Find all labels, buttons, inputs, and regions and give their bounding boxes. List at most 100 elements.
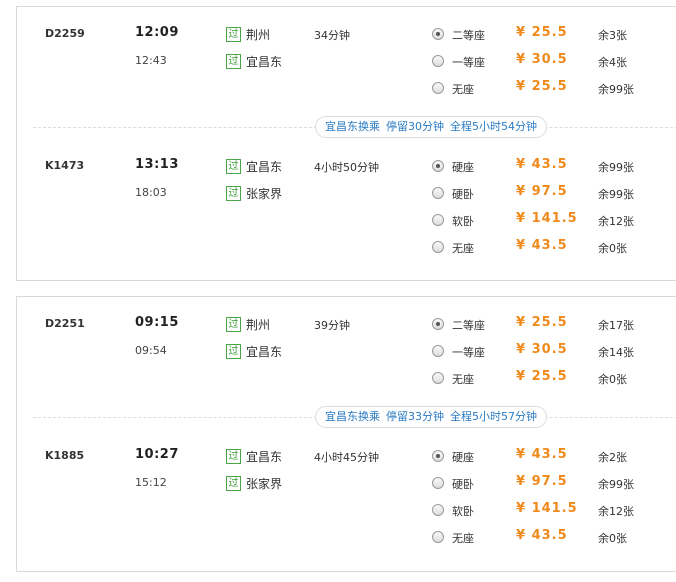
- pass-through-badge: 过: [226, 448, 241, 464]
- seat-option[interactable]: 无座 ¥ 25.5 余0张: [432, 369, 676, 387]
- departure-station: 过 宜昌东: [226, 158, 282, 174]
- seat-price: ¥ 141.5: [516, 211, 578, 226]
- seat-option[interactable]: 无座 ¥ 43.5 余0张: [432, 238, 676, 256]
- train-number[interactable]: D2259: [45, 27, 85, 40]
- transfer-info: 宜昌东换乘 停留33分钟 全程5小时57分钟: [33, 406, 676, 428]
- seat-type: 无座: [452, 532, 474, 545]
- tickets-remaining: 余12张: [598, 505, 634, 518]
- seat-option[interactable]: 一等座 ¥ 30.5 余14张: [432, 342, 676, 360]
- departure-time: 10:27: [135, 447, 179, 462]
- seat-radio[interactable]: [432, 55, 444, 67]
- arrival-time: 12:43: [135, 54, 167, 67]
- transfer-badge: 宜昌东换乘 停留33分钟 全程5小时57分钟: [315, 406, 547, 428]
- pass-through-badge: 过: [226, 475, 241, 491]
- arrival-time: 15:12: [135, 476, 167, 489]
- train-number[interactable]: K1473: [45, 159, 84, 172]
- arrival-time: 18:03: [135, 186, 167, 199]
- tickets-remaining: 余0张: [598, 373, 627, 386]
- tickets-remaining: 余2张: [598, 451, 627, 464]
- station-name: 宜昌东: [246, 54, 283, 69]
- transfer-badge: 宜昌东换乘 停留30分钟 全程5小时54分钟: [315, 116, 547, 138]
- tickets-remaining: 余3张: [598, 29, 627, 42]
- seat-radio[interactable]: [432, 318, 444, 330]
- seat-price: ¥ 30.5: [516, 52, 568, 67]
- travel-duration: 4小时45分钟: [314, 451, 379, 464]
- seat-type: 无座: [452, 373, 474, 386]
- seat-radio[interactable]: [432, 345, 444, 357]
- seat-radio[interactable]: [432, 372, 444, 384]
- seat-type: 无座: [452, 242, 474, 255]
- station-name: 宜昌东: [246, 159, 283, 174]
- seat-radio[interactable]: [432, 82, 444, 94]
- pass-through-badge: 过: [226, 53, 241, 69]
- tickets-remaining: 余99张: [598, 478, 634, 491]
- station-name: 荆州: [246, 317, 271, 332]
- tickets-remaining: 余0张: [598, 532, 627, 545]
- departure-station: 过 宜昌东: [226, 448, 282, 464]
- seat-type: 二等座: [452, 29, 485, 42]
- train-number[interactable]: K1885: [45, 449, 84, 462]
- arrival-station: 过 张家界: [226, 185, 282, 201]
- seat-option[interactable]: 无座 ¥ 43.5 余0张: [432, 528, 676, 546]
- seat-type: 软卧: [452, 215, 474, 228]
- seat-radio[interactable]: [432, 28, 444, 40]
- seat-price: ¥ 43.5: [516, 528, 568, 543]
- departure-time: 12:09: [135, 25, 179, 40]
- seat-option[interactable]: 无座 ¥ 25.5 余99张: [432, 79, 676, 97]
- journey-card: D2251 09:15 09:54 过 荆州 过 宜昌东 39分钟 二等座 ¥ …: [16, 296, 676, 572]
- seat-option[interactable]: 硬座 ¥ 43.5 余2张: [432, 447, 676, 465]
- seat-price: ¥ 43.5: [516, 157, 568, 172]
- seat-option[interactable]: 硬卧 ¥ 97.5 余99张: [432, 184, 676, 202]
- seat-type: 二等座: [452, 319, 485, 332]
- seat-price: ¥ 141.5: [516, 501, 578, 516]
- transfer-stay: 停留33分钟: [386, 410, 444, 423]
- pass-through-badge: 过: [226, 158, 241, 174]
- seat-option[interactable]: 二等座 ¥ 25.5 余17张: [432, 315, 676, 333]
- train-number[interactable]: D2251: [45, 317, 85, 330]
- station-name: 荆州: [246, 27, 271, 42]
- seat-radio[interactable]: [432, 504, 444, 516]
- seat-radio[interactable]: [432, 241, 444, 253]
- seat-type: 一等座: [452, 56, 485, 69]
- seat-option[interactable]: 二等座 ¥ 25.5 余3张: [432, 25, 676, 43]
- station-name: 张家界: [246, 186, 283, 201]
- tickets-remaining: 余17张: [598, 319, 634, 332]
- seat-price: ¥ 43.5: [516, 238, 568, 253]
- total-duration: 全程5小时54分钟: [450, 120, 537, 133]
- seat-radio[interactable]: [432, 187, 444, 199]
- seat-radio[interactable]: [432, 531, 444, 543]
- seat-price: ¥ 97.5: [516, 184, 568, 199]
- seat-type: 无座: [452, 83, 474, 96]
- seat-radio[interactable]: [432, 160, 444, 172]
- seat-radio[interactable]: [432, 450, 444, 462]
- seat-price: ¥ 43.5: [516, 447, 568, 462]
- tickets-remaining: 余4张: [598, 56, 627, 69]
- seat-radio[interactable]: [432, 214, 444, 226]
- pass-through-badge: 过: [226, 343, 241, 359]
- seat-radio[interactable]: [432, 477, 444, 489]
- seat-price: ¥ 25.5: [516, 25, 568, 40]
- pass-through-badge: 过: [226, 316, 241, 332]
- seat-price: ¥ 25.5: [516, 315, 568, 330]
- seat-option[interactable]: 软卧 ¥ 141.5 余12张: [432, 501, 676, 519]
- transfer-info: 宜昌东换乘 停留30分钟 全程5小时54分钟: [33, 116, 676, 138]
- seat-price: ¥ 25.5: [516, 369, 568, 384]
- travel-duration: 39分钟: [314, 319, 350, 332]
- seat-price: ¥ 25.5: [516, 79, 568, 94]
- seat-option[interactable]: 硬卧 ¥ 97.5 余99张: [432, 474, 676, 492]
- transfer-stay: 停留30分钟: [386, 120, 444, 133]
- station-name: 张家界: [246, 476, 283, 491]
- arrival-station: 过 宜昌东: [226, 53, 282, 69]
- transfer-station: 宜昌东换乘: [325, 120, 380, 133]
- pass-through-badge: 过: [226, 26, 241, 42]
- travel-duration: 4小时50分钟: [314, 161, 379, 174]
- seat-type: 硬座: [452, 161, 474, 174]
- departure-time: 13:13: [135, 157, 179, 172]
- seat-option[interactable]: 软卧 ¥ 141.5 余12张: [432, 211, 676, 229]
- seat-price: ¥ 30.5: [516, 342, 568, 357]
- departure-station: 过 荆州: [226, 316, 270, 332]
- departure-time: 09:15: [135, 315, 179, 330]
- seat-option[interactable]: 一等座 ¥ 30.5 余4张: [432, 52, 676, 70]
- seat-option[interactable]: 硬座 ¥ 43.5 余99张: [432, 157, 676, 175]
- seat-price: ¥ 97.5: [516, 474, 568, 489]
